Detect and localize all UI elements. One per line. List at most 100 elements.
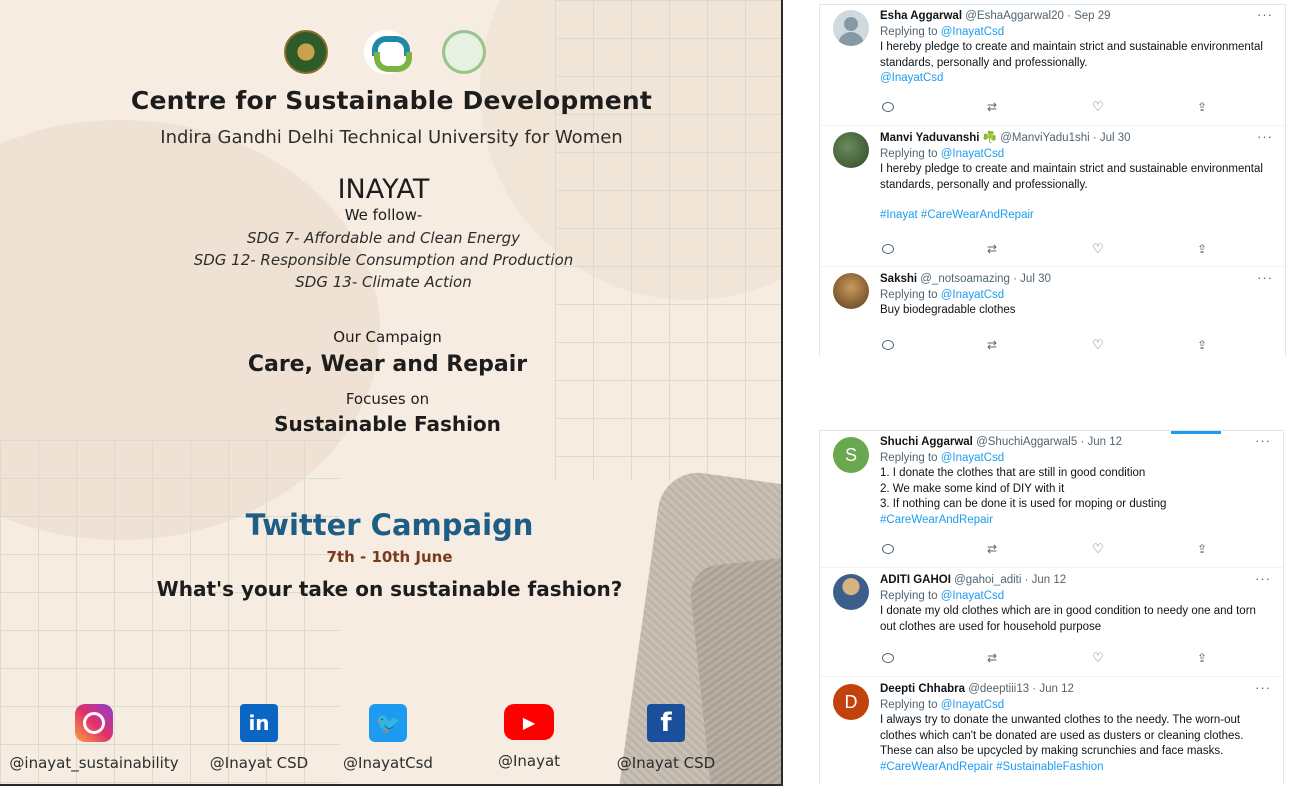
reply-icon[interactable] bbox=[880, 650, 896, 666]
avatar[interactable] bbox=[833, 574, 869, 610]
tweet-item[interactable]: ··· Sakshi @_notsoamazing · Jul 30 Reply… bbox=[820, 268, 1285, 356]
tweet-replies-panel: S ··· Shuchi Aggarwal @ShuchiAggarwal5 ·… bbox=[819, 430, 1284, 784]
social-linkedin[interactable]: in @Inayat CSD bbox=[204, 704, 314, 772]
tweet-author-name[interactable]: Manvi Yaduvanshi ☘️ bbox=[880, 132, 997, 144]
social-facebook[interactable]: f @Inayat CSD bbox=[610, 704, 722, 772]
retweet-icon[interactable]: ⇄ bbox=[984, 541, 1000, 557]
share-icon[interactable]: ⇪ bbox=[1194, 541, 1210, 557]
tweet-actions: ⇄ ♡ ⇪ bbox=[880, 241, 1210, 257]
twitter-icon: 🐦 bbox=[369, 704, 407, 742]
replying-to-label: Replying to bbox=[880, 589, 938, 602]
social-handle: @inayat_sustainability bbox=[9, 754, 179, 772]
retweet-icon[interactable]: ⇄ bbox=[984, 337, 1000, 353]
logo-row bbox=[280, 30, 490, 76]
tweet-item[interactable]: S ··· Shuchi Aggarwal @ShuchiAggarwal5 ·… bbox=[820, 431, 1283, 568]
igdtuw-logo bbox=[284, 30, 328, 74]
tweet-item[interactable]: D ··· Deepti Chhabra @deeptiii13 · Jun 1… bbox=[820, 678, 1283, 784]
avatar[interactable] bbox=[833, 10, 869, 46]
social-handle: @Inayat CSD bbox=[209, 754, 309, 772]
social-instagram[interactable]: @inayat_sustainability bbox=[4, 704, 184, 772]
focuses-on-label: Focuses on bbox=[345, 390, 430, 408]
poster-title: Centre for Sustainable Development bbox=[130, 86, 653, 115]
like-icon[interactable]: ♡ bbox=[1090, 241, 1106, 257]
tweet-author-name[interactable]: Esha Aggarwal bbox=[880, 10, 962, 22]
reply-mention-link[interactable]: @InayatCsd bbox=[941, 289, 1004, 301]
tweet-handle-date[interactable]: @_notsoamazing · Jul 30 bbox=[920, 273, 1051, 285]
like-icon[interactable]: ♡ bbox=[1090, 337, 1106, 353]
tweet-replies-panel: ··· Esha Aggarwal @EshaAggarwal20 · Sep … bbox=[819, 4, 1286, 356]
tweet-item[interactable]: ··· Esha Aggarwal @EshaAggarwal20 · Sep … bbox=[820, 5, 1285, 126]
retweet-icon[interactable]: ⇄ bbox=[984, 99, 1000, 115]
social-youtube[interactable]: ▶ @Inayat bbox=[484, 704, 574, 770]
tweet-handle-date[interactable]: @ShuchiAggarwal5 · Jun 12 bbox=[976, 436, 1122, 448]
tweet-author-name[interactable]: Shuchi Aggarwal bbox=[880, 436, 973, 448]
social-handle: @Inayat CSD bbox=[616, 754, 716, 772]
replying-to-label: Replying to bbox=[880, 147, 938, 160]
tweet-hashtags[interactable]: #CareWearAndRepair #SustainableFashion bbox=[880, 760, 1273, 776]
we-follow-label: We follow- bbox=[344, 206, 423, 224]
like-icon[interactable]: ♡ bbox=[1090, 99, 1106, 115]
replying-to-label: Replying to bbox=[880, 698, 938, 711]
facebook-icon: f bbox=[647, 704, 685, 742]
like-icon[interactable]: ♡ bbox=[1090, 650, 1106, 666]
reply-icon[interactable] bbox=[880, 541, 896, 557]
reply-icon[interactable] bbox=[880, 337, 896, 353]
tweet-actions: ⇄ ♡ ⇪ bbox=[880, 650, 1210, 666]
share-icon[interactable]: ⇪ bbox=[1194, 99, 1210, 115]
tweet-text: I always try to donate the unwanted clot… bbox=[880, 714, 1244, 757]
youtube-icon: ▶ bbox=[504, 704, 554, 740]
reply-mention-link[interactable]: @InayatCsd bbox=[941, 452, 1004, 464]
tweet-hashtags[interactable]: #CareWearAndRepair bbox=[880, 513, 1273, 529]
our-campaign-label: Our Campaign bbox=[333, 328, 442, 346]
inayat-heading: INAYAT bbox=[337, 174, 430, 205]
avatar[interactable] bbox=[833, 273, 869, 309]
reply-icon[interactable] bbox=[880, 99, 896, 115]
social-handle: @Inayat bbox=[497, 752, 561, 770]
campaign-question: What's your take on sustainable fashion? bbox=[156, 577, 623, 601]
tweet-handle-date[interactable]: @ManviYadu1shi · Jul 30 bbox=[1000, 132, 1130, 144]
tweet-text: I donate my old clothes which are in goo… bbox=[880, 605, 1256, 633]
reply-mention-link[interactable]: @InayatCsd bbox=[941, 590, 1004, 602]
replying-to-label: Replying to bbox=[880, 451, 938, 464]
tweet-author-name[interactable]: Deepti Chhabra bbox=[880, 683, 965, 695]
inayat-logo bbox=[442, 30, 486, 74]
tweet-actions: ⇄ ♡ ⇪ bbox=[880, 99, 1210, 115]
tweet-item[interactable]: ··· Manvi Yaduvanshi ☘️ @ManviYadu1shi ·… bbox=[820, 127, 1285, 267]
tweet-author-name[interactable]: Sakshi bbox=[880, 273, 917, 285]
avatar[interactable]: S bbox=[833, 437, 869, 473]
reply-mention-link[interactable]: @InayatCsd bbox=[941, 699, 1004, 711]
sdg-item: SDG 13- Climate Action bbox=[295, 273, 472, 291]
campaign-dates: 7th - 10th June bbox=[326, 548, 453, 566]
campaign-poster: Centre for Sustainable Development Indir… bbox=[0, 0, 783, 786]
retweet-icon[interactable]: ⇄ bbox=[984, 241, 1000, 257]
like-icon[interactable]: ♡ bbox=[1090, 541, 1106, 557]
share-icon[interactable]: ⇪ bbox=[1194, 337, 1210, 353]
avatar[interactable] bbox=[833, 132, 869, 168]
tweet-text: 1. I donate the clothes that are still i… bbox=[880, 467, 1167, 510]
reply-mention-link[interactable]: @InayatCsd bbox=[941, 26, 1004, 38]
tweet-author-name[interactable]: ADITI GAHOI bbox=[880, 574, 951, 586]
share-icon[interactable]: ⇪ bbox=[1194, 650, 1210, 666]
tweet-actions: ⇄ ♡ ⇪ bbox=[880, 541, 1210, 557]
tweet-handle-date[interactable]: @EshaAggarwal20 · Sep 29 bbox=[965, 10, 1110, 22]
reply-icon[interactable] bbox=[880, 241, 896, 257]
campaign-name: Care, Wear and Repair bbox=[247, 352, 528, 377]
replying-to-label: Replying to bbox=[880, 288, 938, 301]
instagram-icon bbox=[75, 704, 113, 742]
reply-mention-link[interactable]: @InayatCsd bbox=[941, 148, 1004, 160]
sdg-item: SDG 7- Affordable and Clean Energy bbox=[246, 229, 521, 247]
focus-topic: Sustainable Fashion bbox=[274, 412, 501, 436]
share-icon[interactable]: ⇪ bbox=[1194, 241, 1210, 257]
replying-to-label: Replying to bbox=[880, 25, 938, 38]
tweet-handle-date[interactable]: @deeptiii13 · Jun 12 bbox=[968, 683, 1074, 695]
social-twitter[interactable]: 🐦 @InayatCsd bbox=[336, 704, 440, 772]
twitter-campaign-heading: Twitter Campaign bbox=[245, 508, 534, 542]
retweet-icon[interactable]: ⇄ bbox=[984, 650, 1000, 666]
tweet-handle-date[interactable]: @gahoi_aditi · Jun 12 bbox=[954, 574, 1066, 586]
tweet-item[interactable]: ··· ADITI GAHOI @gahoi_aditi · Jun 12 Re… bbox=[820, 569, 1283, 677]
tweet-text: Buy biodegradable clothes bbox=[880, 304, 1016, 316]
university-name: Indira Gandhi Delhi Technical University… bbox=[160, 127, 623, 148]
tweet-mention-link[interactable]: @InayatCsd bbox=[880, 71, 1275, 87]
tweet-hashtags[interactable]: #Inayat #CareWearAndRepair bbox=[880, 208, 1275, 224]
avatar[interactable]: D bbox=[833, 684, 869, 720]
